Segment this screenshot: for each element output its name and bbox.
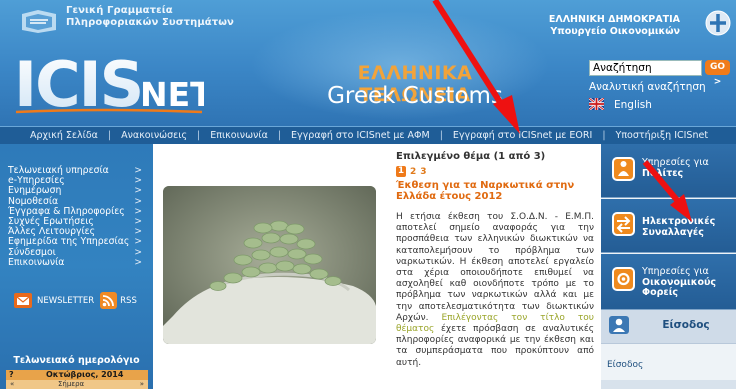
user-icon [609,316,629,334]
business-services-line3: Φορείς [642,287,679,298]
login-panel-header: Είσοδος [601,310,736,344]
page-2-button[interactable]: 2 [410,167,416,177]
sidebar-item-contact[interactable]: Επικοινωνία > [8,256,148,268]
login-title: Είσοδος [662,319,710,331]
gsis-logo-icon[interactable] [20,8,58,34]
greek-emblem-icon [705,10,731,36]
electronic-transactions-button[interactable]: Ηλεκτρονικές Συναλλαγές [601,199,736,253]
electronic-transactions-line2: Συναλλαγές [642,226,704,238]
envelope-icon[interactable] [14,293,32,308]
gsis-name-line2: Πληροφοριακών Συστημάτων [66,17,234,28]
citizen-services-button[interactable]: Υπηρεσίες για Πολίτες [601,144,736,198]
search-go-button[interactable]: GO > [705,60,730,87]
nav-announcements[interactable]: Ανακοινώσεις [111,130,197,141]
nav-register-afm[interactable]: Εγγραφή στο ICISnet με ΑΦΜ [281,130,440,141]
left-sidebar: Τελωνειακή υπηρεσία > e-Υπηρεσίες > Ενημέρ… [0,144,153,389]
nav-home[interactable]: Αρχική Σελίδα [0,130,108,141]
business-services-line1: Υπηρεσίες για [642,266,709,277]
transactions-icon [612,212,635,236]
featured-article-body: Η ετήσια έκθεση του Σ.Ο.Δ.Ν. - Ε.Μ.Π. απ… [396,212,594,369]
search-input[interactable]: Αναζήτηση [589,60,702,76]
calendar-today-button[interactable]: Σήμερα [58,380,84,389]
electronic-transactions-label: Ηλεκτρονικές Συναλλαγές [642,216,734,238]
ministry-label: Υπουργείο Οικονομικών [550,26,680,37]
customs-calendar: ? Οκτώβριος, 2014 « Σήμερα » [6,370,148,389]
calendar-nav-row: « Σήμερα » [6,380,148,389]
site-title-english: Greek Customs [327,83,503,109]
chevron-right-icon: > [134,256,142,268]
electronic-transactions-line1: Ηλεκτρονικές [642,216,716,227]
uk-flag-icon[interactable] [589,98,604,110]
featured-pager: 1 2 3 [396,166,431,177]
top-navigation: Αρχική Σελίδα | Ανακοινώσεις | Επικοινων… [0,126,736,144]
login-link[interactable]: Είσοδος [607,360,643,370]
gsis-name-line1: Γενική Γραμματεία [66,5,173,16]
advanced-search-link[interactable]: Αναλυτική αναζήτηση [589,81,706,93]
business-services-button[interactable]: Υπηρεσίες για Οικονομικούς Φορείς [601,254,736,310]
calendar-month: Οκτώβριος, 2014 [46,370,124,379]
calendar-next-button[interactable]: » [140,380,144,389]
citizen-services-line2: Πολίτες [642,167,684,179]
business-icon [612,267,635,291]
rss-icon[interactable] [100,292,118,309]
citizens-icon [612,157,635,181]
featured-article-image[interactable] [163,186,376,344]
sidebar-menu: Τελωνειακή υπηρεσία > e-Υπηρεσίες > Ενημέρ… [8,165,148,268]
svg-text:ICIS: ICIS [14,48,142,116]
featured-topic-heading: Επιλεγμένο θέμα (1 από 3) [396,151,546,162]
nav-register-eori[interactable]: Εγγραφή στο ICISnet με EORI [443,130,602,141]
calendar-help-button[interactable]: ? [9,370,14,380]
english-language-link[interactable]: English [614,99,652,111]
hellenic-republic-label: ΕΛΛΗΝΙΚΗ ΔΗΜΟΚΡΑΤΙΑ [548,14,680,25]
calendar-header: ? Οκτώβριος, 2014 [6,370,148,380]
sidebar-item-label: Επικοινωνία [8,256,65,268]
business-services-label: Υπηρεσίες για Οικονομικούς Φορείς [642,266,734,299]
newsletter-rss-row: NEWSLETTER RSS [14,292,137,309]
business-services-line2: Οικονομικούς [642,276,717,288]
citizen-services-label: Υπηρεσίες για Πολίτες [642,157,734,179]
nav-support[interactable]: Υποστήριξη ICISnet [606,130,719,141]
svg-text:NET: NET [140,75,204,114]
citizen-services-line1: Υπηρεσίες για [642,157,709,168]
featured-article-title[interactable]: Έκθεση για τα Ναρκωτικά στην Ελλάδα έτου… [396,180,594,202]
calendar-prev-button[interactable]: « [10,380,14,389]
calendar-title: Τελωνειακό ημερολόγιο [13,355,140,366]
article-body-text: Η ετήσια έκθεση του Σ.Ο.Δ.Ν. - Ε.Μ.Π. απ… [396,212,594,323]
newsletter-link[interactable]: NEWSLETTER [37,296,94,306]
page-1-button[interactable]: 1 [396,166,406,177]
rss-link[interactable]: RSS [120,296,137,306]
nav-contact[interactable]: Επικοινωνία [200,130,278,141]
site-header: Γενική Γραμματεία Πληροφοριακών Συστημάτ… [0,0,736,126]
icisnet-logo[interactable]: ICIS NET [14,46,204,116]
login-panel-footer [601,380,736,389]
page-3-button[interactable]: 3 [420,167,426,177]
